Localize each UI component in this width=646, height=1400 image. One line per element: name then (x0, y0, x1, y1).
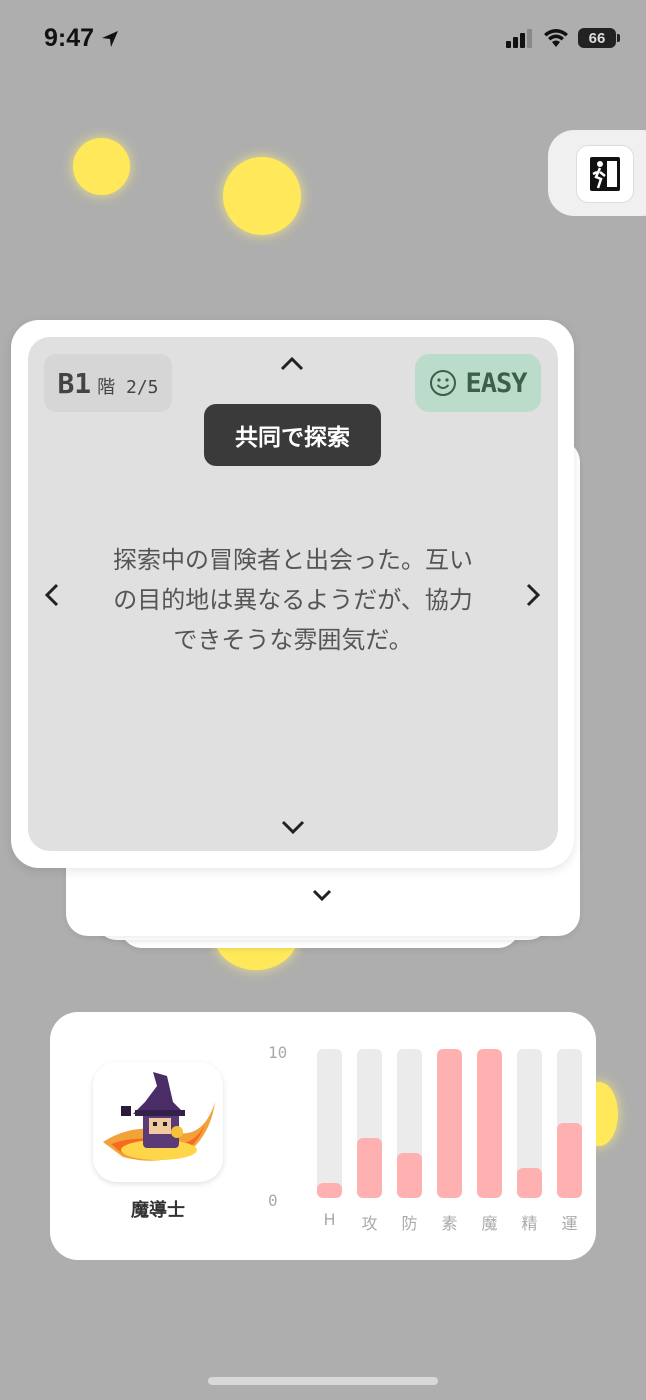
difficulty-label: EASY (465, 367, 527, 399)
floor-label: B1 (57, 366, 92, 400)
chevron-right-icon[interactable] (517, 578, 549, 612)
stat-bar-track (477, 1049, 502, 1198)
home-indicator[interactable] (208, 1377, 438, 1385)
floating-bubble (73, 138, 130, 195)
smiley-icon (430, 370, 457, 396)
stat-bar (517, 1168, 542, 1198)
stat-label: 精 (521, 1214, 538, 1233)
axis-max-label: 10 (268, 1043, 288, 1062)
chevron-up-icon[interactable] (275, 350, 309, 378)
chevron-down-icon[interactable] (310, 885, 334, 905)
character-avatar[interactable] (93, 1062, 223, 1182)
location-arrow-icon (102, 30, 119, 47)
status-time: 9:47 (44, 24, 120, 53)
stat-bar-track (397, 1049, 422, 1198)
stat-bar-track (357, 1049, 382, 1198)
chevron-down-icon[interactable] (277, 813, 309, 841)
stat-bar (317, 1183, 342, 1198)
stat-bar-track (317, 1049, 342, 1198)
stat-bar (357, 1138, 382, 1198)
stat-label: 防 (401, 1214, 418, 1233)
story-line: できそうな雰囲気だ。 (173, 626, 413, 654)
stat-bar (437, 1049, 462, 1198)
clock: 9:47 (44, 24, 95, 52)
difficulty-badge: EASY (415, 354, 541, 412)
floating-bubble (223, 157, 301, 235)
stat-bar-track (517, 1049, 542, 1198)
wifi-icon (544, 29, 568, 47)
floor-progress: 階 2/5 (97, 377, 159, 398)
stat-label: 素 (441, 1214, 458, 1233)
exit-running-icon[interactable] (576, 145, 634, 203)
stat-bar (557, 1123, 582, 1198)
battery-indicator: 66 (578, 28, 620, 48)
stat-label: H (323, 1210, 336, 1229)
stat-label: 運 (561, 1214, 578, 1233)
stat-bar-track (437, 1049, 462, 1198)
stat-label: 魔 (481, 1214, 498, 1233)
stat-label: 攻 (361, 1214, 378, 1233)
signal-icon (506, 29, 532, 48)
event-title: 共同で探索 (204, 404, 381, 466)
stat-bar-track (557, 1049, 582, 1198)
story-line: 探索中の冒険者と出会った。互い (113, 546, 473, 574)
event-description: 探索中の冒険者と出会った。互い の目的地は異なるようだが、協力 できそうな雰囲気… (86, 540, 500, 660)
axis-min-label: 0 (268, 1191, 278, 1210)
character-name: 魔導士 (131, 1200, 185, 1221)
chevron-left-icon[interactable] (36, 578, 68, 612)
floor-badge: B1 階 2/5 (44, 354, 172, 412)
story-line: の目的地は異なるようだが、協力 (113, 586, 473, 614)
stat-bar (477, 1049, 502, 1198)
status-indicators: 66 (506, 28, 620, 48)
stat-bar (397, 1153, 422, 1198)
